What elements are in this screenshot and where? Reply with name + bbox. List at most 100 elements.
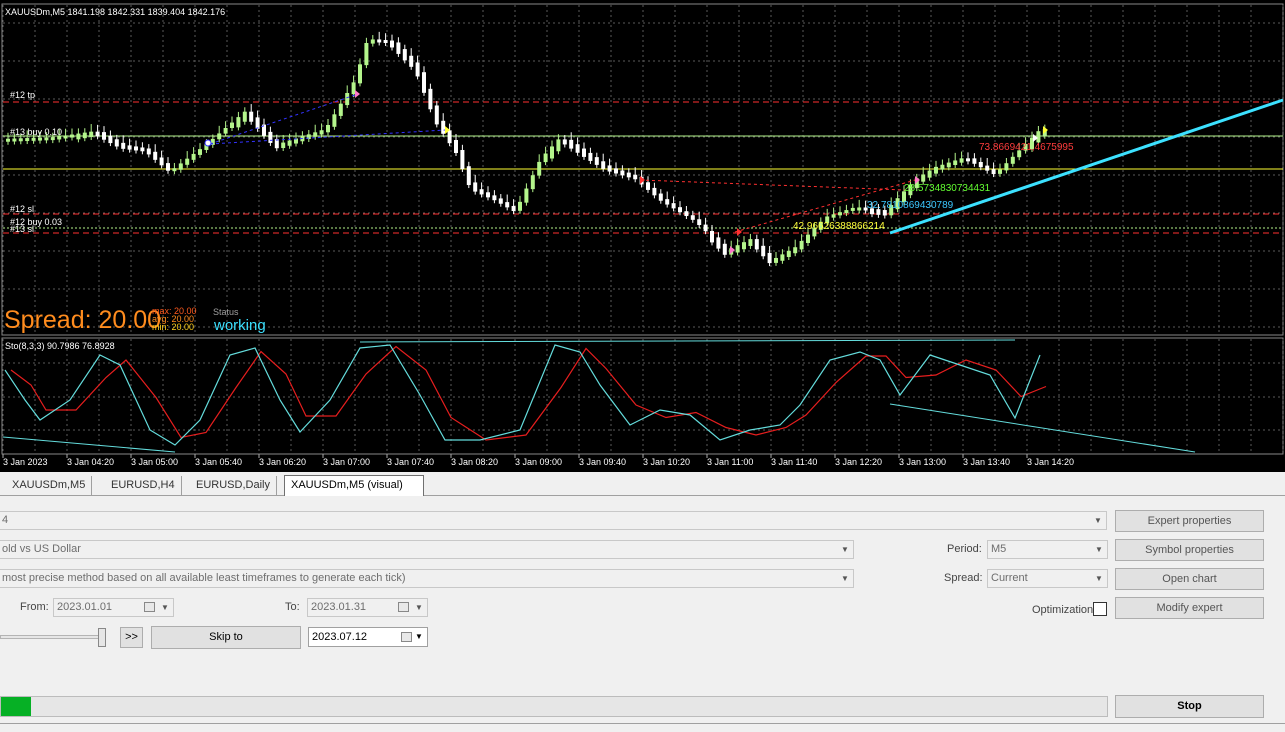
- candle-body: [287, 140, 292, 146]
- candle-body: [959, 158, 964, 163]
- time-axis-label: 3 Jan 2023: [3, 457, 48, 467]
- candle-body: [786, 250, 791, 257]
- candle-body: [479, 189, 484, 195]
- candle-body: [665, 199, 670, 205]
- skip-date-value: 2023.07.12: [312, 631, 368, 643]
- candle-body: [6, 138, 10, 142]
- speed-slider-handle[interactable]: [98, 628, 106, 647]
- skip-to-button[interactable]: Skip to: [151, 626, 301, 649]
- tab-eurusd-daily[interactable]: EURUSD,Daily: [190, 476, 277, 496]
- candle-body: [492, 195, 497, 201]
- candle-body: [31, 137, 36, 141]
- tab-xauusdm-m5[interactable]: XAUUSDm,M5: [6, 476, 93, 496]
- skip-date-field[interactable]: 2023.07.12 ▼: [308, 627, 428, 647]
- open-chart-button[interactable]: Open chart: [1115, 568, 1264, 590]
- candle-body: [191, 153, 196, 160]
- chevron-down-icon: ▼: [415, 632, 423, 641]
- strategy-tester-panel: 4 ▼ old vs US Dollar ▼ most precise meth…: [0, 497, 1285, 732]
- price-chart[interactable]: XAUUSDm,M5 1841.198 1842.331 1839.404 18…: [0, 0, 1285, 472]
- stochastic-signal-line: [10, 345, 1047, 441]
- trade-label-2: 28.5734830734431: [904, 183, 991, 194]
- stochastic-trend-line: [359, 339, 1016, 343]
- candle-body: [441, 120, 446, 134]
- speed-up-button[interactable]: >>: [120, 627, 143, 648]
- candle-body: [396, 42, 401, 54]
- candle-body: [946, 162, 951, 168]
- candle-body: [543, 153, 548, 163]
- candle-body: [690, 215, 695, 220]
- candle-body: [159, 157, 164, 166]
- period-select-value: M5: [991, 543, 1007, 555]
- calendar-icon[interactable]: [144, 602, 155, 612]
- candle-body: [754, 239, 759, 250]
- candle-body: [255, 117, 260, 129]
- from-date-field[interactable]: 2023.01.01 ▼: [53, 598, 174, 617]
- trade-label-4: 42.96626388866214: [793, 221, 885, 232]
- period-select[interactable]: M5 ▼: [987, 540, 1108, 559]
- chevron-down-icon: ▼: [161, 603, 169, 612]
- expert-select[interactable]: 4 ▼: [0, 511, 1107, 530]
- tab-eurusd-h4[interactable]: EURUSD,H4: [105, 476, 182, 496]
- chart-canvas[interactable]: [0, 0, 1285, 472]
- candle-body: [646, 182, 650, 190]
- speed-slider-track[interactable]: [0, 635, 104, 639]
- candle-body: [978, 161, 983, 168]
- candle-body: [25, 138, 30, 142]
- status-divider: [0, 723, 1285, 724]
- candle-body: [63, 135, 68, 139]
- tab-xauusdm-m5-visual[interactable]: XAUUSDm,M5 (visual): [284, 475, 424, 496]
- symbol-select[interactable]: old vs US Dollar ▼: [0, 540, 854, 559]
- expert-properties-button[interactable]: Expert properties: [1115, 510, 1264, 532]
- time-axis-label: 3 Jan 14:20: [1027, 457, 1075, 467]
- calendar-icon[interactable]: [398, 602, 409, 612]
- candle-body: [146, 148, 151, 155]
- candle-body: [383, 40, 388, 44]
- candle-body: [844, 210, 849, 214]
- model-select[interactable]: most precise method based on all availab…: [0, 569, 854, 588]
- symbol-select-value: old vs US Dollar: [2, 543, 81, 555]
- candle-body: [422, 72, 426, 93]
- candle-body: [166, 163, 170, 171]
- candle-body: [89, 131, 94, 138]
- candle-body: [242, 111, 247, 122]
- level-label-sl-13: #13 sl: [10, 224, 35, 234]
- candle-body: [217, 133, 222, 140]
- candle-body: [953, 160, 958, 165]
- trade-marker-icon: [355, 90, 360, 98]
- model-select-value: most precise method based on all availab…: [2, 572, 406, 584]
- level-label-buy-13: #13 buy 0.10: [10, 127, 63, 137]
- time-axis-label: 3 Jan 04:20: [67, 457, 115, 467]
- candle-body: [614, 168, 618, 174]
- time-axis-label: 3 Jan 09:40: [579, 457, 627, 467]
- candle-body: [486, 192, 490, 198]
- optimization-checkbox[interactable]: [1093, 602, 1107, 616]
- candle-body: [588, 152, 593, 161]
- candle-body: [409, 55, 414, 67]
- candle-body: [140, 147, 145, 152]
- expert-select-value: 4: [2, 514, 9, 526]
- candle-body: [249, 111, 254, 122]
- candle-body: [76, 133, 81, 140]
- candle-body: [498, 198, 503, 204]
- candle-body: [556, 139, 561, 152]
- stop-button[interactable]: Stop: [1115, 695, 1264, 718]
- candle-body: [326, 125, 330, 133]
- candle-body: [793, 247, 798, 254]
- modify-expert-button[interactable]: Modify expert: [1115, 597, 1264, 619]
- candle-body: [921, 174, 926, 182]
- time-axis-label: 3 Jan 11:40: [771, 457, 818, 467]
- to-date-field[interactable]: 2023.01.31 ▼: [307, 598, 428, 617]
- trade-connector-line: [639, 179, 906, 191]
- spread-min: min: 20.00: [152, 322, 195, 332]
- spread-select[interactable]: Current ▼: [987, 569, 1108, 588]
- candle-body: [473, 182, 478, 192]
- candle-body: [454, 140, 458, 154]
- time-axis-label: 3 Jan 08:20: [451, 457, 499, 467]
- candle-body: [927, 170, 932, 178]
- symbol-properties-button[interactable]: Symbol properties: [1115, 539, 1264, 561]
- candle-body: [537, 161, 542, 176]
- candle-body: [831, 214, 836, 218]
- trade-marker-icon: [737, 228, 742, 236]
- candle-body: [562, 139, 567, 145]
- candle-body: [390, 40, 394, 48]
